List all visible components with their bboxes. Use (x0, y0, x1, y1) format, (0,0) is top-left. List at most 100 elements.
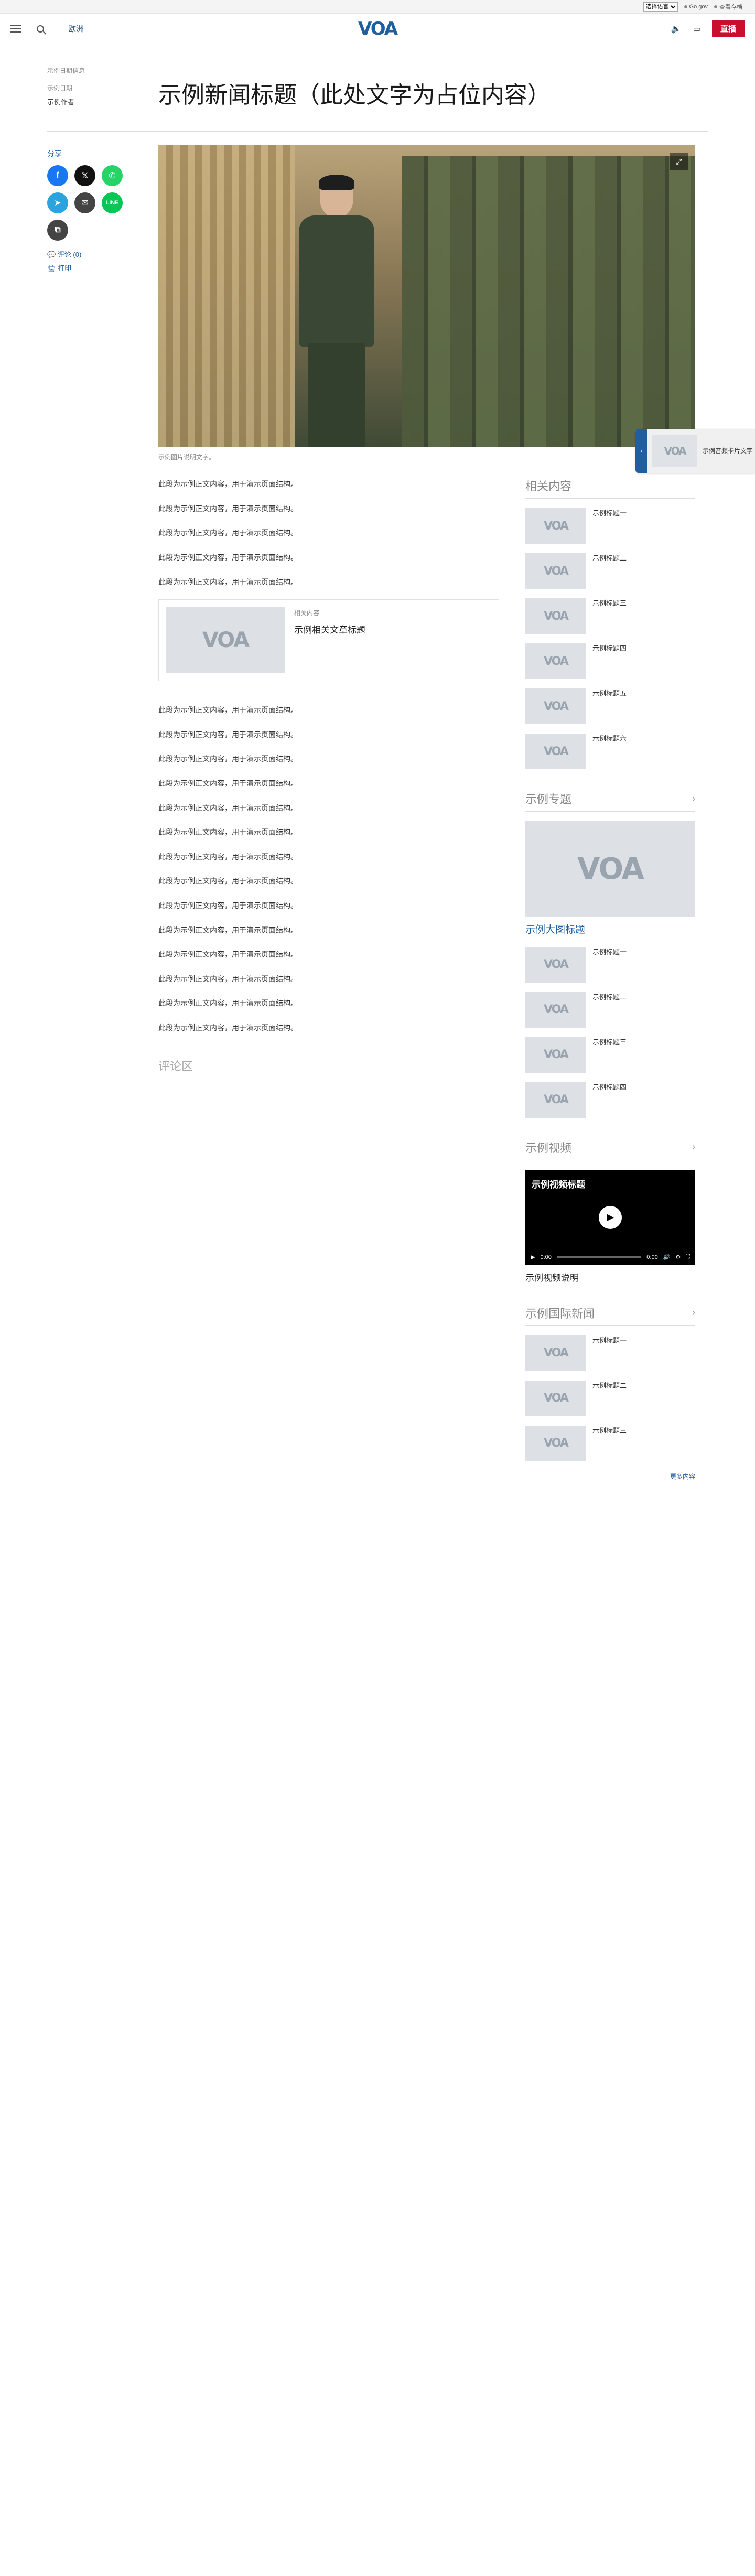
video-progress-bar[interactable] (556, 1256, 642, 1258)
rail-item[interactable]: VOA 示例标题五 (525, 688, 695, 725)
rail-item-title: 示例标题一 (592, 1336, 627, 1344)
line-share-button[interactable]: LINE (102, 192, 123, 214)
share-column: 分享 f 𝕏 ✆ ➤ ✉ LINE ⧉ 💬 评论 (0) 🖨 打印 (47, 145, 158, 461)
rail-heading-video[interactable]: 示例视频 › (525, 1139, 695, 1160)
video-icon[interactable]: ▭ (693, 24, 700, 34)
menu-icon[interactable] (10, 25, 21, 33)
more-link[interactable]: 更多内容 (525, 1472, 695, 1481)
rail-item[interactable]: VOA 示例标题二 (525, 1380, 695, 1416)
rail-item[interactable]: VOA 示例标题三 (525, 1037, 695, 1073)
rail-item[interactable]: VOA 示例标题四 (525, 643, 695, 680)
rail-heading-international[interactable]: 示例国际新闻 › (525, 1305, 695, 1326)
video-caption[interactable]: 示例视频说明 (525, 1270, 695, 1284)
live-button[interactable]: 直播 (711, 20, 745, 37)
rail-heading-ukraine[interactable]: 示例专题 › (525, 790, 695, 812)
rail-thumbnail: VOA (525, 643, 586, 680)
title-divider (47, 131, 708, 132)
paragraph: 此段为示例正文内容，用于演示页面结构。 (158, 706, 298, 715)
rail-thumbnail: VOA (525, 598, 586, 634)
paragraph: 此段为示例正文内容，用于演示页面结构。 (158, 974, 298, 983)
paragraph: 此段为示例正文内容，用于演示页面结构。 (158, 925, 298, 934)
rail-big-thumbnail[interactable]: VOA (525, 821, 695, 917)
rail-item[interactable]: VOA 示例标题一 (525, 508, 695, 544)
video-title: 示例视频标题 (532, 1179, 585, 1190)
article-meta-top: 示例日期信息 (47, 67, 85, 74)
related-label: 相关内容 (294, 609, 320, 617)
logo-placeholder-icon: VOA (544, 1392, 569, 1405)
related-thumbnail: VOA (166, 607, 285, 674)
print-link-label: 打印 (58, 264, 72, 273)
chevron-right-icon[interactable]: › (635, 429, 647, 473)
logo-placeholder-icon: VOA (544, 1093, 569, 1107)
audio-icon[interactable]: 🔈 (671, 24, 682, 34)
gov-link[interactable]: Go gov (684, 4, 708, 10)
rail-item[interactable]: VOA 示例标题二 (525, 991, 695, 1028)
site-logo[interactable]: VOA (352, 18, 403, 39)
volume-icon[interactable]: 🔊 (663, 1254, 671, 1260)
rail-item[interactable]: VOA 示例标题三 (525, 1425, 695, 1461)
whatsapp-share-button[interactable]: ✆ (102, 165, 123, 187)
paragraph: 此段为示例正文内容，用于演示页面结构。 (158, 553, 298, 562)
facebook-share-button[interactable]: f (47, 165, 68, 187)
rail-thumbnail: VOA (525, 508, 586, 544)
rail-item[interactable]: VOA 示例标题六 (525, 734, 695, 770)
inline-related-card[interactable]: VOA 相关内容 示例相关文章标题 (158, 599, 499, 682)
floating-audio-card[interactable]: › VOA 示例音频卡片文字 (635, 429, 755, 473)
rail-item[interactable]: VOA 示例标题一 (525, 1335, 695, 1371)
comments-link[interactable]: 💬 评论 (0) (47, 248, 158, 262)
gov-link-label: Go gov (689, 3, 708, 10)
copy-link-button[interactable]: ⧉ (47, 220, 68, 241)
search-icon[interactable] (37, 25, 44, 33)
chevron-right-icon: › (692, 1307, 695, 1318)
x-share-button[interactable]: 𝕏 (74, 165, 95, 187)
rail-thumbnail: VOA (525, 1380, 586, 1416)
expand-icon[interactable]: ⤢ (670, 153, 688, 171)
rail-thumbnail: VOA (525, 1335, 586, 1371)
fullscreen-icon[interactable]: ⛶ (686, 1254, 690, 1260)
rail-item[interactable]: VOA 示例标题二 (525, 553, 695, 589)
rail-item-title: 示例标题六 (592, 735, 627, 743)
rail-heading-label: 示例国际新闻 (525, 1307, 595, 1320)
paragraph: 此段为示例正文内容，用于演示页面结构。 (158, 504, 298, 513)
rail-thumbnail: VOA (525, 1425, 586, 1461)
paragraph: 此段为示例正文内容，用于演示页面结构。 (158, 828, 298, 837)
rail-item-title: 示例标题三 (592, 599, 627, 608)
logo-placeholder-icon: VOA (664, 445, 686, 457)
rail-item-title: 示例标题五 (592, 689, 627, 698)
rail-item-title: 示例标题四 (592, 1083, 627, 1091)
rail-item-title: 示例标题一 (592, 509, 627, 518)
video-controls: ▶ 0:00 0:00 🔊 ⚙ ⛶ (525, 1249, 695, 1265)
logo-placeholder-icon: VOA (544, 519, 569, 533)
paragraph: 此段为示例正文内容，用于演示页面结构。 (158, 803, 298, 812)
rail-item[interactable]: VOA 示例标题一 (525, 946, 695, 983)
section-link-europe[interactable]: 欧洲 (68, 23, 84, 34)
logo-placeholder-icon: VOA (544, 958, 569, 972)
play-small-icon[interactable]: ▶ (531, 1254, 535, 1260)
rail-thumbnail: VOA (525, 1037, 586, 1073)
logo-placeholder-icon: VOA (544, 609, 569, 623)
rail-heading-label: 示例专题 (525, 793, 572, 806)
hero-image: ⤢ (158, 145, 695, 448)
dot-icon (714, 5, 717, 8)
paragraph: 此段为示例正文内容，用于演示页面结构。 (158, 999, 298, 1008)
rail-heading-related: 相关内容 (525, 477, 695, 499)
rail-item[interactable]: VOA 示例标题四 (525, 1082, 695, 1118)
rail-big-title[interactable]: 示例大图标题 (525, 923, 695, 937)
comment-icon: 💬 (47, 251, 56, 259)
paragraph: 此段为示例正文内容，用于演示页面结构。 (158, 852, 298, 861)
language-select[interactable]: 选择语言 (643, 2, 678, 12)
paragraph: 此段为示例正文内容，用于演示页面结构。 (158, 901, 298, 910)
play-icon[interactable]: ▶ (599, 1205, 622, 1229)
rail-item[interactable]: VOA 示例标题三 (525, 598, 695, 634)
email-share-button[interactable]: ✉ (74, 192, 95, 214)
logo-placeholder-icon: VOA (544, 564, 569, 578)
telegram-share-button[interactable]: ➤ (47, 192, 68, 214)
rail-thumbnail: VOA (525, 1082, 586, 1118)
settings-icon[interactable]: ⚙ (675, 1254, 681, 1260)
article-byline: 示例作者 (47, 98, 75, 106)
rail-item-title: 示例标题二 (592, 1381, 627, 1389)
archive-link[interactable]: 查看存档 (714, 3, 742, 11)
video-player[interactable]: 示例视频标题 ▶ ▶ 0:00 0:00 🔊 ⚙ ⛶ (525, 1169, 695, 1265)
print-link[interactable]: 🖨 打印 (47, 262, 158, 275)
rail-thumbnail: VOA (525, 688, 586, 725)
